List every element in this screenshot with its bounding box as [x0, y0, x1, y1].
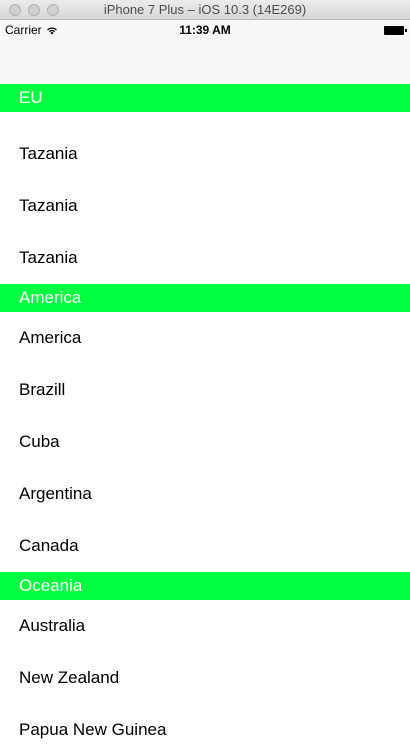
table-row[interactable]: New Zealand: [0, 652, 410, 704]
section-header-america: America: [0, 284, 410, 312]
table-row[interactable]: Brazill: [0, 364, 410, 416]
table-row[interactable]: Tazania: [0, 180, 410, 232]
section-header-oceania: Oceania: [0, 572, 410, 600]
clock: 11:39 AM: [179, 23, 231, 37]
window-title: iPhone 7 Plus – iOS 10.3 (14E269): [103, 2, 307, 17]
table-row[interactable]: Tazania: [0, 128, 410, 180]
section-header-eu: EU: [0, 84, 410, 112]
table-row[interactable]: Cuba: [0, 416, 410, 468]
table-row[interactable]: Australia: [0, 600, 410, 652]
navigation-bar: [0, 40, 410, 84]
battery-icon: [384, 26, 407, 35]
table-row[interactable]: Argentina: [0, 468, 410, 520]
simulator-title-bar: iPhone 7 Plus – iOS 10.3 (14E269): [0, 0, 410, 20]
table-row[interactable]: Papua New Guinea: [0, 704, 410, 754]
status-bar: Carrier 11:39 AM: [0, 20, 410, 40]
country-table[interactable]: Tazania EU Tazania Tazania Tazania Ameri…: [0, 84, 410, 754]
table-row[interactable]: Tazania: [0, 232, 410, 284]
table-row[interactable]: America: [0, 312, 410, 364]
table-row[interactable]: Canada: [0, 520, 410, 572]
